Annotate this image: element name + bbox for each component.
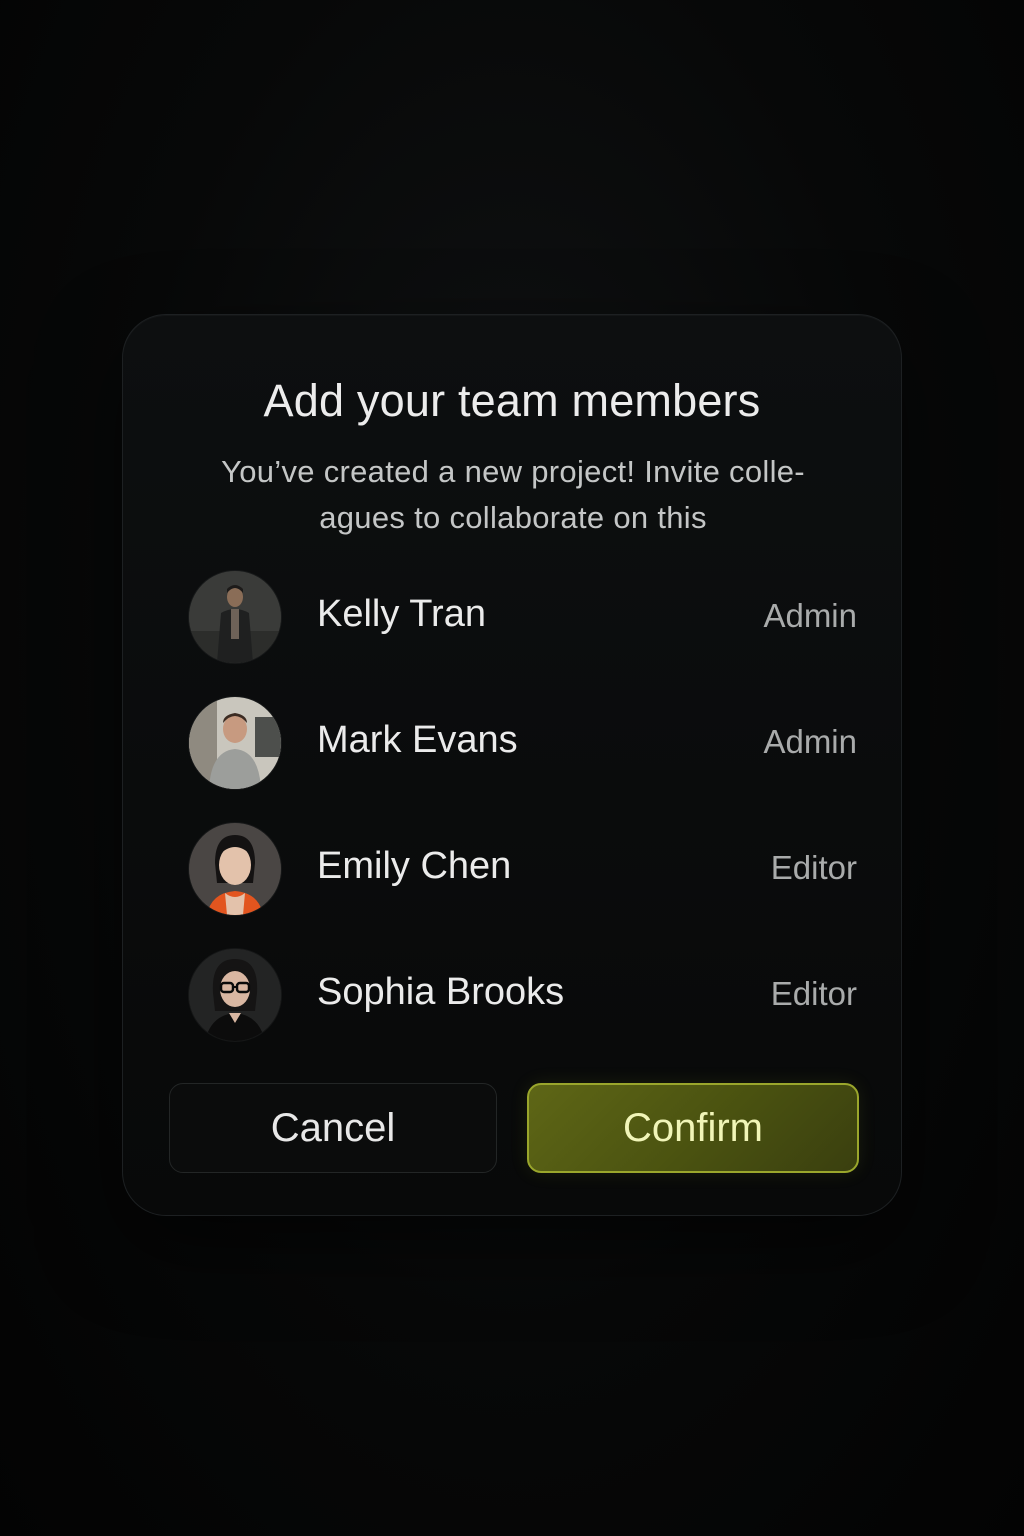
member-name: Sophia Brooks: [317, 971, 565, 1013]
member-role[interactable]: Admin: [763, 597, 857, 635]
member-role[interactable]: Editor: [771, 849, 857, 887]
avatar: [189, 823, 281, 915]
subtitle-line-1: You’ve created a new project! Invite col…: [221, 454, 805, 489]
subtitle-line-2: agues to collaborate on this: [319, 500, 707, 535]
member-row-kelly-tran[interactable]: Kelly Tran Admin: [189, 571, 857, 663]
member-row-sophia-brooks[interactable]: Sophia Brooks Editor: [189, 949, 857, 1041]
member-role[interactable]: Admin: [763, 723, 857, 761]
member-row-emily-chen[interactable]: Emily Chen Editor: [189, 823, 857, 915]
avatar: [189, 571, 281, 663]
member-role[interactable]: Editor: [771, 975, 857, 1013]
avatar: [189, 949, 281, 1041]
dialog-title: Add your team members: [263, 375, 761, 426]
member-name: Mark Evans: [317, 719, 518, 761]
add-team-members-dialog: Add your team members You’ve created a n…: [122, 314, 902, 1216]
dialog-subtitle: You’ve created a new project! Invite col…: [183, 449, 843, 541]
avatar: [189, 697, 281, 789]
member-name: Kelly Tran: [317, 593, 486, 635]
member-name: Emily Chen: [317, 845, 512, 887]
member-row-mark-evans[interactable]: Mark Evans Admin: [189, 697, 857, 789]
cancel-button[interactable]: Cancel: [169, 1083, 497, 1173]
confirm-button[interactable]: Confirm: [527, 1083, 859, 1173]
